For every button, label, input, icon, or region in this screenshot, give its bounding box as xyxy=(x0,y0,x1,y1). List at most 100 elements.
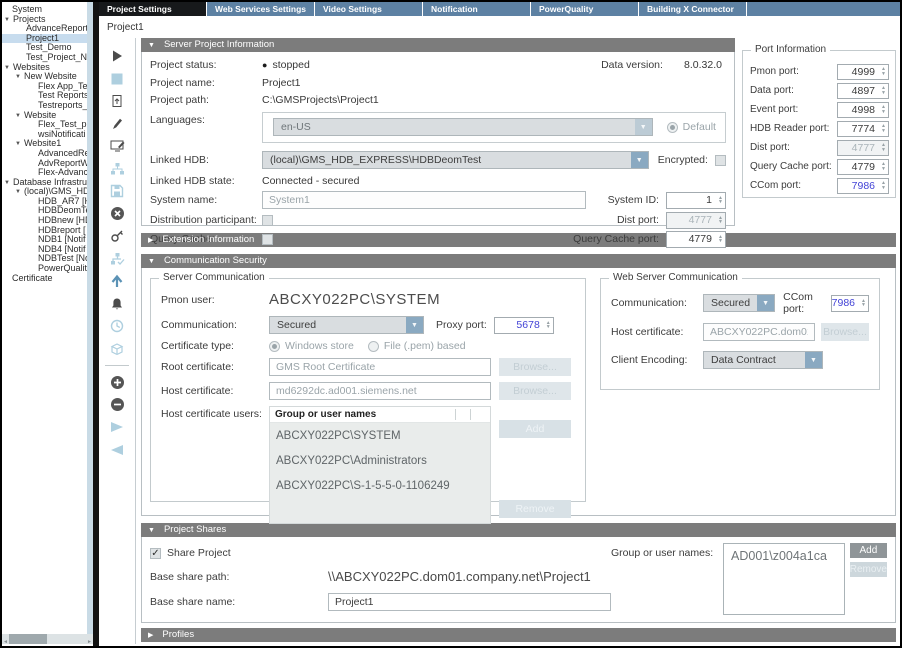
expand-arrow-icon[interactable] xyxy=(15,111,24,120)
distribution-participant-checkbox[interactable] xyxy=(262,215,273,226)
spinner-arrows-icon[interactable] xyxy=(716,193,725,208)
tree-item-flex-test[interactable]: Flex_Test_pro xyxy=(2,120,87,130)
chevron-down-icon[interactable] xyxy=(631,152,648,168)
query-cache-port-stepper[interactable]: 4779 xyxy=(666,231,726,248)
root-certificate-input[interactable] xyxy=(269,358,491,376)
tree-item-local-gms-hdb[interactable]: (local)\GMS_HDI xyxy=(2,187,87,197)
expand-arrow-icon[interactable] xyxy=(4,178,13,187)
collapse-arrow-icon[interactable] xyxy=(148,628,153,643)
tree-item-hdbreport[interactable]: HDBreport [ xyxy=(2,226,87,236)
tree-item-flex-advanc[interactable]: Flex-Advanc xyxy=(2,168,87,178)
tree-item-wsinotification[interactable]: wsiNotificati xyxy=(2,130,87,140)
expand-arrow-icon[interactable] xyxy=(15,139,24,148)
users-list-header[interactable]: Group or user names xyxy=(270,407,490,423)
user-list-item[interactable]: ABCXY022PC\S-1-5-5-0-1106249 xyxy=(270,473,490,498)
chevron-down-icon[interactable] xyxy=(757,295,774,311)
tree-item-websites[interactable]: Websites xyxy=(2,63,87,73)
edit-pen-icon[interactable] xyxy=(107,114,127,134)
services-key-icon[interactable] xyxy=(107,226,127,246)
collapse-arrow-icon[interactable] xyxy=(148,254,155,269)
expand-arrow-icon[interactable] xyxy=(15,187,24,196)
query-cache-checkbox[interactable] xyxy=(262,234,273,245)
tree-item-new-website[interactable]: New Website xyxy=(2,72,87,82)
expand-arrow-icon[interactable] xyxy=(4,15,13,24)
base-share-name-input[interactable] xyxy=(328,593,611,611)
tree-item-system[interactable]: System xyxy=(2,5,87,15)
communication-security-header[interactable]: Communication Security xyxy=(141,254,896,268)
pmon-port-stepper[interactable]: 4999 xyxy=(837,64,889,80)
tree-item-ndbtest[interactable]: NDBTest [No xyxy=(2,254,87,264)
notification-bell-icon[interactable] xyxy=(107,294,127,314)
chevron-down-icon[interactable] xyxy=(805,352,822,368)
cancel-icon[interactable] xyxy=(107,204,127,224)
tree-item-hdb-ar7[interactable]: HDB_AR7 [H xyxy=(2,197,87,207)
query-cache-port-stepper[interactable]: 4779 xyxy=(837,159,889,175)
spinner-arrows-icon[interactable] xyxy=(879,65,888,79)
spinner-arrows-icon[interactable] xyxy=(879,84,888,98)
host-certificate-users-list[interactable]: Group or user names ABCXY022PC\SYSTEM AB… xyxy=(269,406,491,524)
share-project-checkbox[interactable] xyxy=(150,548,161,559)
tree-item-certificate[interactable]: Certificate xyxy=(2,274,87,284)
hdb-reader-port-stepper[interactable]: 7774 xyxy=(837,121,889,137)
tree-item-hdbdeomte[interactable]: HDBDeomTe xyxy=(2,206,87,216)
tree-item-advancereport[interactable]: AdvanceReport7 xyxy=(2,24,87,34)
monitor-edit-icon[interactable] xyxy=(107,136,127,156)
tree-item-website1[interactable]: Website1 xyxy=(2,139,87,149)
share-group-names-list[interactable]: AD001\z004a1ca xyxy=(723,543,845,615)
tree-item-advancedre[interactable]: AdvancedRe xyxy=(2,149,87,159)
user-list-item[interactable]: ABCXY022PC\Administrators xyxy=(270,448,490,473)
scroll-right-arrow-icon[interactable] xyxy=(86,630,93,648)
spinner-arrows-icon[interactable] xyxy=(879,179,888,193)
collapse-arrow-icon[interactable] xyxy=(148,38,155,53)
scrollbar-thumb[interactable] xyxy=(9,634,47,644)
tree-item-database-infrastructure[interactable]: Database Infrastruct xyxy=(2,178,87,188)
tree-item-advreportw[interactable]: AdvReportW xyxy=(2,159,87,169)
play-icon[interactable] xyxy=(107,46,127,66)
tree-item-testreports[interactable]: Testreports_ xyxy=(2,101,87,111)
data-port-stepper[interactable]: 4897 xyxy=(837,83,889,99)
tab-project-settings[interactable]: Project Settings xyxy=(99,2,207,16)
profiles-header[interactable]: Profiles xyxy=(141,628,896,642)
tree-item-ndb1[interactable]: NDB1 [Notif xyxy=(2,235,87,245)
tab-notification[interactable]: Notification xyxy=(423,2,531,16)
scroll-left-arrow-icon[interactable] xyxy=(2,630,9,648)
tab-web-services-settings[interactable]: Web Services Settings xyxy=(207,2,315,16)
export-page-icon[interactable] xyxy=(107,91,127,111)
collapse-arrow-icon[interactable] xyxy=(148,233,153,248)
event-port-stepper[interactable]: 4998 xyxy=(837,102,889,118)
project-shares-header[interactable]: Project Shares xyxy=(141,523,896,537)
spinner-arrows-icon[interactable] xyxy=(879,122,888,136)
tree-item-hdbnew[interactable]: HDBnew [HD xyxy=(2,216,87,226)
linked-hdb-dropdown[interactable]: (local)\GMS_HDB_EXPRESS\HDBDeomTest xyxy=(262,151,649,169)
collapse-arrow-icon[interactable] xyxy=(148,523,155,538)
tree-item-test-demo[interactable]: Test_Demo xyxy=(2,43,87,53)
spinner-arrows-icon[interactable] xyxy=(859,296,868,311)
host-certificate-input[interactable] xyxy=(269,382,491,400)
user-list-item[interactable]: ABCXY022PC\SYSTEM xyxy=(270,423,490,448)
tab-powerquality[interactable]: PowerQuality xyxy=(531,2,639,16)
tree-item-website[interactable]: Website xyxy=(2,111,87,121)
spinner-arrows-icon[interactable] xyxy=(544,318,553,333)
share-group-item[interactable]: AD001\z004a1ca xyxy=(731,549,837,563)
tab-video-settings[interactable]: Video Settings xyxy=(315,2,423,16)
remove-circle-icon[interactable] xyxy=(107,395,127,415)
encrypted-checkbox[interactable] xyxy=(715,155,726,166)
chevron-down-icon[interactable] xyxy=(406,317,423,333)
upload-arrow-icon[interactable] xyxy=(107,271,127,291)
tree-item-test-project[interactable]: Test_Project_Not xyxy=(2,53,87,63)
system-id-stepper[interactable]: 1 xyxy=(666,192,726,209)
tree-item-project1-selected[interactable]: Project1 xyxy=(2,34,87,44)
tree-item-projects[interactable]: Projects xyxy=(2,15,87,25)
tree-item-test-reports[interactable]: Test Reports xyxy=(2,91,87,101)
add-circle-icon[interactable] xyxy=(107,372,127,392)
add-share-group-button[interactable]: Add xyxy=(850,543,887,558)
expand-arrow-icon[interactable] xyxy=(4,63,13,72)
ccom-port-stepper[interactable]: 7986 xyxy=(837,178,889,194)
spinner-arrows-icon[interactable] xyxy=(716,232,725,247)
tree-item-flex-app[interactable]: Flex App_Tes xyxy=(2,82,87,92)
tab-building-x-connector[interactable]: Building X Connector xyxy=(639,2,747,16)
web-communication-dropdown[interactable]: Secured xyxy=(703,294,775,312)
communication-dropdown[interactable]: Secured xyxy=(269,316,424,334)
spinner-arrows-icon[interactable] xyxy=(879,160,888,174)
server-project-information-header[interactable]: Server Project Information xyxy=(141,38,735,52)
